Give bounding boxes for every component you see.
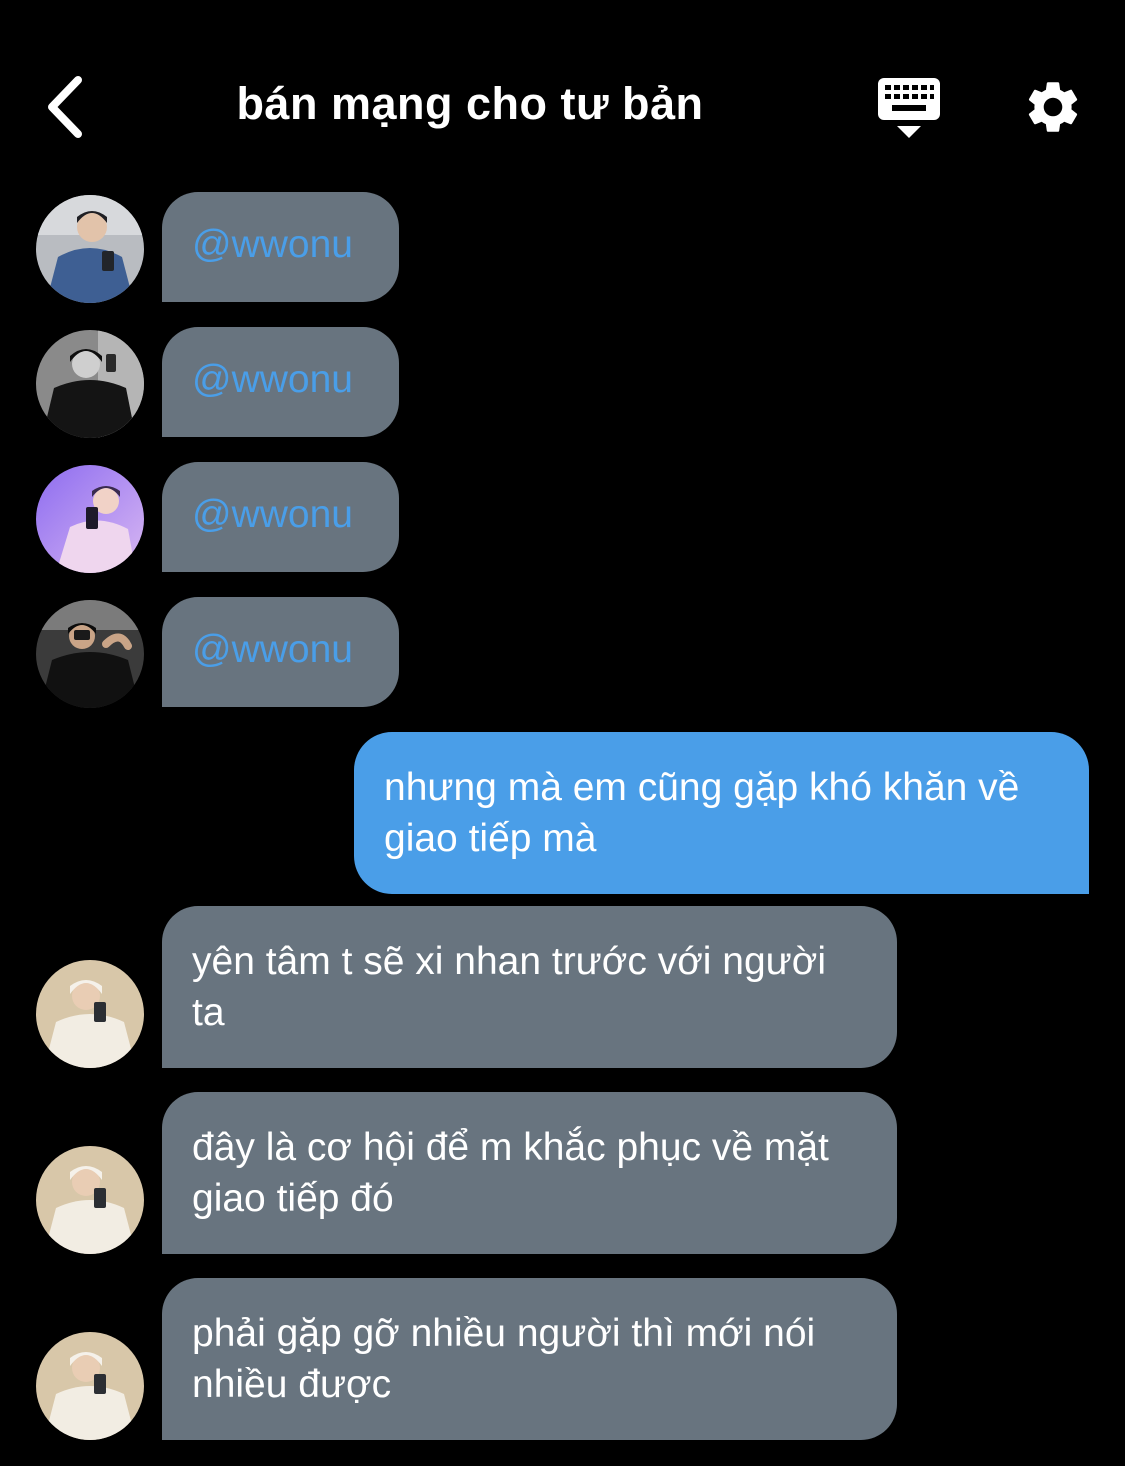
keyboard-icon: [878, 78, 940, 138]
message-row: @wwonu: [0, 597, 1125, 709]
settings-button[interactable]: [1022, 76, 1084, 138]
back-button[interactable]: [40, 72, 100, 142]
message-row: nhưng mà em cũng gặp khó khăn về giao ti…: [0, 732, 1125, 894]
message-row: đây là cơ hội để m khắc phục về mặt giao…: [0, 1092, 1125, 1254]
message-bubble-incoming[interactable]: @wwonu: [162, 192, 399, 302]
avatar[interactable]: [36, 330, 144, 438]
message-bubble-incoming[interactable]: phải gặp gỡ nhiều người thì mới nói nhiề…: [162, 1278, 897, 1440]
message-row: @wwonu: [0, 462, 1125, 574]
message-row: phải gặp gỡ nhiều người thì mới nói nhiề…: [0, 1278, 1125, 1440]
message-bubble-incoming[interactable]: @wwonu: [162, 462, 399, 572]
avatar[interactable]: [36, 1332, 144, 1440]
message-bubble-incoming[interactable]: yên tâm t sẽ xi nhan trước với người ta: [162, 906, 897, 1068]
keyboard-toggle-button[interactable]: [872, 74, 946, 142]
avatar[interactable]: [36, 600, 144, 708]
avatar[interactable]: [36, 1146, 144, 1254]
message-row: @wwonu: [0, 327, 1125, 439]
avatar[interactable]: [36, 960, 144, 1068]
avatar[interactable]: [36, 195, 144, 303]
gear-icon: [1028, 82, 1078, 132]
chat-title: bán mạng cho tư bản: [236, 78, 704, 129]
message-bubble-incoming[interactable]: @wwonu: [162, 597, 399, 707]
message-row: yên tâm t sẽ xi nhan trước với người ta: [0, 906, 1125, 1068]
message-bubble-incoming[interactable]: đây là cơ hội để m khắc phục về mặt giao…: [162, 1092, 897, 1254]
message-bubble-incoming[interactable]: @wwonu: [162, 327, 399, 437]
message-row: @wwonu: [0, 192, 1125, 304]
chevron-left-icon: [48, 76, 82, 138]
message-bubble-outgoing[interactable]: nhưng mà em cũng gặp khó khăn về giao ti…: [354, 732, 1089, 894]
avatar[interactable]: [36, 465, 144, 573]
chat-header: bán mạng cho tư bản: [0, 0, 1125, 190]
